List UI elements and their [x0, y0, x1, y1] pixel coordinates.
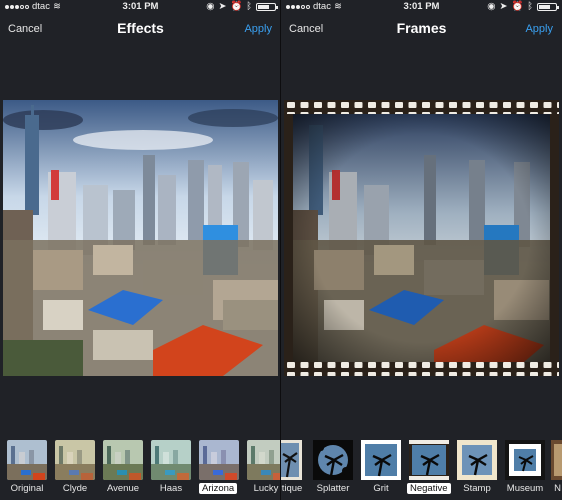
frame-thumb-antique[interactable] [281, 440, 302, 480]
effects-panel: dtac ≋ 3:01 PM ◉ ➤ ⏰ ᛒ Cancel Effects Ap… [0, 0, 281, 500]
frames-panel: dtac ≋ 3:01 PM ◉ ➤ ⏰ ᛒ Cancel Frames App… [281, 0, 562, 500]
alarm-icon: ⏰ [511, 1, 524, 12]
frame-label: Grit [373, 483, 389, 494]
frames-strip: tique Splatter Grit Negative Stamp Museu… [281, 432, 562, 500]
effect-label: Haas [159, 483, 183, 494]
effect-preview-icon [55, 440, 95, 480]
frame-label: tique [281, 483, 303, 494]
effect-label: Clyde [62, 483, 88, 494]
location-icon: ➤ [499, 1, 508, 12]
palm-tree-icon [313, 440, 353, 480]
cancel-button[interactable]: Cancel [8, 23, 42, 35]
palm-tree-icon [281, 440, 302, 480]
frame-label: Splatter [316, 483, 350, 494]
location-icon: ➤ [218, 1, 227, 12]
effect-preview-icon [199, 440, 239, 480]
city-photo [3, 100, 278, 376]
status-bar: dtac ≋ 3:01 PM ◉ ➤ ⏰ ᛒ [0, 0, 281, 14]
bluetooth-icon: ᛒ [246, 1, 252, 12]
frame-label: Stamp [463, 483, 491, 494]
bluetooth-icon: ᛒ [527, 1, 533, 12]
alarm-icon: ⏰ [230, 1, 243, 12]
nav-bar: Cancel Effects Apply [0, 14, 281, 44]
effect-label: Lucky [253, 483, 279, 494]
status-icons: ◉ ➤ ⏰ ᛒ [487, 1, 559, 12]
palm-tree-icon [457, 440, 497, 480]
palm-tree-icon [361, 440, 401, 480]
frame-thumb-splatter[interactable] [313, 440, 353, 480]
photo-preview-framed [284, 100, 559, 376]
effect-thumb-avenue[interactable] [103, 440, 143, 480]
effect-preview-icon [247, 440, 281, 480]
effect-preview-icon [7, 440, 47, 480]
photo-preview [3, 100, 278, 376]
effect-thumb-lucky[interactable] [247, 440, 281, 480]
lock-rotation-icon: ◉ [487, 1, 496, 12]
effect-preview-icon [151, 440, 191, 480]
effects-strip: Original Clyde Avenue Haas Arizona Lucky [0, 432, 281, 500]
battery-icon [256, 2, 278, 11]
frame-preview-icon [551, 440, 562, 480]
effect-thumb-arizona[interactable] [199, 440, 239, 480]
status-bar: dtac ≋ 3:01 PM ◉ ➤ ⏰ ᛒ [281, 0, 562, 14]
palm-tree-icon [409, 440, 449, 480]
frame-thumb-museum[interactable] [505, 440, 545, 480]
frame-label-selected: Negative [407, 483, 451, 494]
palm-tree-icon [505, 440, 545, 480]
apply-button[interactable]: Apply [525, 23, 553, 35]
frame-thumb-grit[interactable] [361, 440, 401, 480]
status-icons: ◉ ➤ ⏰ ᛒ [206, 1, 278, 12]
battery-icon [537, 2, 559, 11]
cancel-button[interactable]: Cancel [289, 23, 323, 35]
effect-thumb-haas[interactable] [151, 440, 191, 480]
frame-thumb-negative[interactable] [409, 440, 449, 480]
frame-label: N [554, 483, 561, 494]
apply-button[interactable]: Apply [244, 23, 272, 35]
frame-thumb-stamp[interactable] [457, 440, 497, 480]
nav-bar: Cancel Frames Apply [281, 14, 562, 44]
effect-thumb-clyde[interactable] [55, 440, 95, 480]
lock-rotation-icon: ◉ [206, 1, 215, 12]
effect-label: Original [10, 483, 44, 494]
film-frame-photo [284, 100, 559, 376]
effect-label: Avenue [106, 483, 140, 494]
frame-thumb-next[interactable] [551, 440, 562, 480]
effect-preview-icon [103, 440, 143, 480]
effect-thumb-original[interactable] [7, 440, 47, 480]
frame-label: Museum [506, 483, 544, 494]
effect-label-selected: Arizona [199, 483, 238, 494]
